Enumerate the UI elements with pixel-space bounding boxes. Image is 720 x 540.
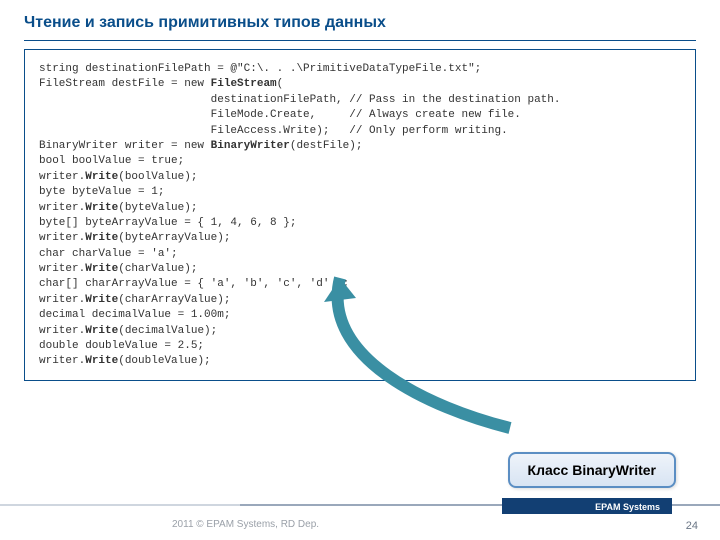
code-line: string destinationFilePath = @"C:\. . .\… (39, 62, 681, 77)
code-line: FileAccess.Write); // Only perform writi… (39, 124, 681, 139)
code-line: FileStream destFile = new FileStream( (39, 77, 681, 92)
slide-title: Чтение и запись примитивных типов данных (0, 0, 720, 36)
code-line: writer.Write(decimalValue); (39, 324, 681, 339)
code-line: writer.Write(charArrayValue); (39, 293, 681, 308)
code-line: writer.Write(boolValue); (39, 170, 681, 185)
footer-copyright: 2011 © EPAM Systems, RD Dep. (172, 519, 319, 530)
code-line: writer.Write(doubleValue); (39, 354, 681, 369)
code-line: writer.Write(byteArrayValue); (39, 231, 681, 246)
code-line: byte[] byteArrayValue = { 1, 4, 6, 8 }; (39, 216, 681, 231)
code-line: destinationFilePath, // Pass in the dest… (39, 93, 681, 108)
code-line: FileMode.Create, // Always create new fi… (39, 108, 681, 123)
code-line: char[] charArrayValue = { 'a', 'b', 'c',… (39, 277, 681, 292)
code-line: BinaryWriter writer = new BinaryWriter(d… (39, 139, 681, 154)
code-line: bool boolValue = true; (39, 154, 681, 169)
code-line: decimal decimalValue = 1.00m; (39, 308, 681, 323)
code-line: writer.Write(byteValue); (39, 201, 681, 216)
code-line: char charValue = 'a'; (39, 247, 681, 262)
footer-brand-text: EPAM Systems (595, 502, 660, 512)
page-number: 24 (686, 520, 698, 532)
code-line: double doubleValue = 2.5; (39, 339, 681, 354)
code-line: byte byteValue = 1; (39, 185, 681, 200)
callout-binarywriter: Класс BinaryWriter (508, 452, 676, 488)
title-underline (24, 40, 696, 41)
code-line: writer.Write(charValue); (39, 262, 681, 277)
code-box: string destinationFilePath = @"C:\. . .\… (24, 49, 696, 381)
